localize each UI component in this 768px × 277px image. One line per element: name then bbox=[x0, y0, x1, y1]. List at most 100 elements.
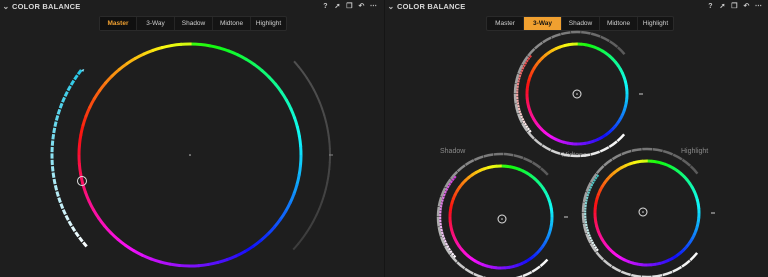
hue-ring-segment bbox=[618, 68, 624, 75]
hue-ring-segment bbox=[460, 248, 467, 255]
slider-arc-segment bbox=[550, 149, 561, 155]
hue-ring-segment bbox=[297, 164, 303, 177]
slider-arc-segment bbox=[581, 212, 586, 224]
hue-ring-segment bbox=[478, 167, 485, 173]
hue-ring-segment bbox=[467, 173, 474, 180]
slider-arc-segment bbox=[590, 150, 601, 156]
hue-ring-segment bbox=[141, 253, 153, 261]
hue-ring-segment bbox=[528, 254, 535, 261]
hue-ring-segment bbox=[517, 261, 524, 267]
hue-ring-segment bbox=[624, 162, 631, 168]
hue-ring-segment bbox=[619, 256, 626, 262]
hue-ring-segment bbox=[687, 238, 694, 245]
hue-ring-segment bbox=[77, 163, 83, 175]
hue-ring-segment bbox=[449, 224, 454, 231]
hue-ring-segment bbox=[551, 47, 558, 53]
slider-arc-segment bbox=[595, 251, 605, 261]
slider-arc-segment bbox=[531, 265, 541, 273]
hue-ring-segment bbox=[596, 189, 602, 196]
slider-arc-segment bbox=[67, 220, 73, 227]
hue-ring-segment bbox=[655, 261, 661, 266]
hue-ring-segment bbox=[592, 137, 599, 143]
slider-arc-segment bbox=[53, 184, 59, 191]
hue-ring-segment bbox=[532, 117, 538, 124]
hue-ring-segment bbox=[580, 141, 586, 146]
hue-ring-segment bbox=[453, 237, 459, 244]
hue-ring-segment bbox=[81, 115, 88, 127]
hue-ring-segment bbox=[612, 168, 619, 175]
hue-ring-segment bbox=[694, 194, 699, 201]
hue-ring-segment bbox=[526, 101, 531, 108]
slider-arc-segment bbox=[586, 191, 591, 194]
hue-ring-segment bbox=[546, 133, 553, 139]
slider-arc-segment bbox=[503, 152, 514, 157]
hue-ring-segment bbox=[595, 194, 600, 200]
hue-ring-segment bbox=[632, 261, 639, 266]
slider-arc-segment bbox=[442, 193, 446, 197]
hue-ring-segment bbox=[568, 42, 574, 47]
slider-arc-segment bbox=[441, 196, 445, 200]
slider-arc-segment bbox=[522, 270, 533, 277]
slider-arc-segment bbox=[585, 196, 589, 200]
hue-ring-segment bbox=[535, 179, 542, 186]
hue-ring-segment bbox=[295, 125, 302, 138]
hue-ring-segment bbox=[455, 241, 461, 248]
slider-arc-segment bbox=[444, 187, 449, 192]
hue-ring-segment bbox=[79, 124, 85, 136]
slider-arc-segment bbox=[595, 165, 605, 175]
hue-ring-segment bbox=[298, 154, 303, 167]
slider-arc-segment bbox=[585, 228, 589, 232]
hue-ring-segment bbox=[563, 43, 570, 48]
hue-ring-segment bbox=[593, 202, 598, 209]
midtone-color-wheel[interactable] bbox=[581, 147, 715, 277]
hue-ring-segment bbox=[453, 190, 459, 197]
slider-arc-segment bbox=[591, 241, 595, 245]
slider-arc-segment bbox=[473, 155, 484, 162]
hue-ring-segment bbox=[593, 45, 600, 51]
hue-ring-segment bbox=[527, 75, 532, 82]
hue-ring-segment bbox=[688, 182, 694, 189]
hue-ring-segment bbox=[664, 162, 671, 168]
hue-ring-segment bbox=[521, 169, 528, 175]
hue-ring-segment bbox=[159, 260, 171, 266]
hue-ring-segment bbox=[292, 183, 299, 195]
hue-ring-segment bbox=[97, 81, 108, 93]
slider-arc-segment bbox=[681, 259, 691, 268]
hue-ring-segment bbox=[602, 241, 609, 248]
slider-arc-segment bbox=[672, 265, 683, 273]
slider-arc-segment bbox=[631, 147, 642, 153]
hue-ring-segment bbox=[549, 207, 554, 214]
slider-arc-segment bbox=[53, 121, 58, 128]
highlight-color-wheel[interactable] bbox=[513, 30, 643, 158]
slider-arc-segment bbox=[586, 193, 590, 197]
hue-ring-segment bbox=[466, 254, 473, 261]
hue-ring-segment bbox=[622, 76, 627, 83]
hue-ring-segment bbox=[457, 182, 464, 189]
hue-ring-segment bbox=[584, 140, 591, 145]
master-color-wheel[interactable] bbox=[50, 42, 333, 268]
slider-arc-segment bbox=[441, 234, 445, 238]
hue-ring-segment bbox=[549, 221, 554, 227]
master-wheel-area bbox=[50, 42, 333, 268]
hue-ring-segment bbox=[562, 140, 569, 145]
hue-ring-segment bbox=[614, 60, 620, 67]
shadow-color-wheel[interactable] bbox=[436, 152, 568, 277]
slider-arc-segment bbox=[456, 261, 466, 270]
hue-ring-segment bbox=[517, 167, 524, 173]
slider-arc-segment bbox=[61, 96, 66, 103]
slider-arc-segment bbox=[436, 206, 441, 217]
hue-ring-segment bbox=[678, 248, 685, 255]
hue-ring-segment bbox=[581, 42, 587, 47]
hue-ring-segment bbox=[545, 233, 551, 240]
hue-ring-segment bbox=[150, 257, 162, 264]
hue-ring-segment bbox=[605, 244, 612, 251]
hue-ring-segment bbox=[528, 109, 534, 116]
slider-arc-segment bbox=[55, 191, 60, 197]
hue-ring-segment bbox=[297, 135, 303, 147]
hue-ring-segment bbox=[612, 251, 619, 257]
slider-arc-segment bbox=[57, 197, 62, 204]
slider-arc-segment bbox=[82, 241, 88, 248]
hue-ring-segment bbox=[260, 68, 271, 79]
slider-arc-segment bbox=[73, 74, 79, 81]
hue-ring-segment bbox=[620, 72, 626, 79]
